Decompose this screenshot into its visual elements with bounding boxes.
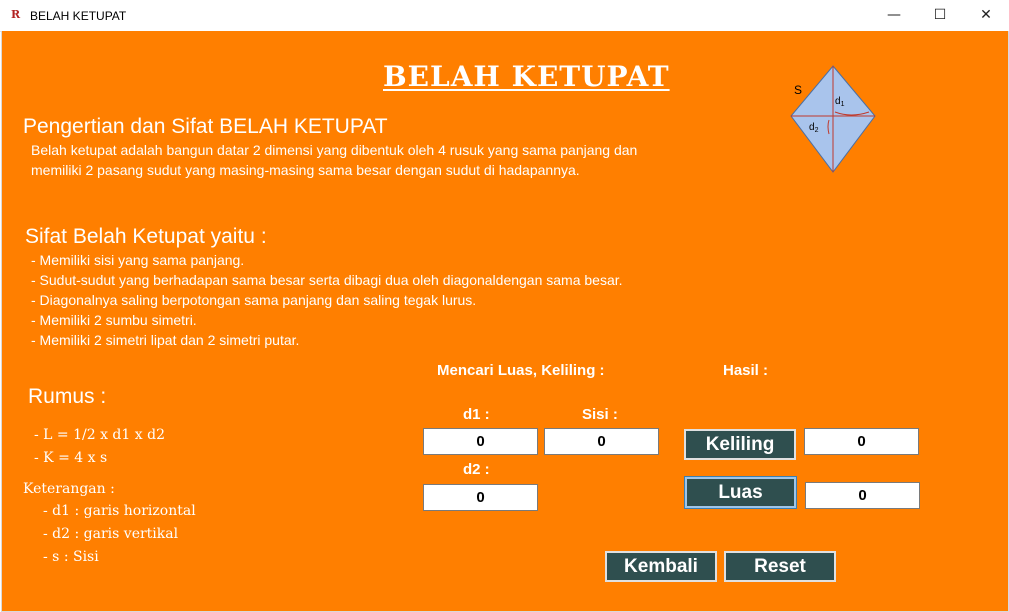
sisi-input[interactable]: 0 xyxy=(544,428,659,455)
formula-luas: - L = 1/2 x d1 x d2 xyxy=(34,427,165,443)
window-title: BELAH KETUPAT xyxy=(30,9,127,23)
page-title: BELAH KETUPAT xyxy=(383,60,670,93)
d1-input[interactable]: 0 xyxy=(423,428,538,455)
property-item: - Memiliki 2 sumbu simetri. xyxy=(31,312,197,328)
definition-heading: Pengertian dan Sifat BELAH KETUPAT xyxy=(23,115,388,138)
d2-input[interactable]: 0 xyxy=(423,484,538,511)
keterangan-item: - s : Sisi xyxy=(43,549,99,565)
keliling-button[interactable]: Keliling xyxy=(684,429,796,460)
minimize-icon[interactable]: — xyxy=(871,0,917,31)
form-body: BELAH KETUPAT Pengertian dan Sifat BELAH… xyxy=(1,31,1009,612)
formula-keliling: - K = 4 x s xyxy=(34,450,108,466)
d1-label: d1 : xyxy=(463,406,490,423)
kembali-button[interactable]: Kembali xyxy=(605,551,717,582)
sisi-label: Sisi : xyxy=(582,406,618,423)
title-bar: R BELAH KETUPAT — ☐ ✕ xyxy=(0,0,1009,32)
formula-heading: Rumus : xyxy=(28,385,107,408)
luas-result: 0 xyxy=(805,482,920,509)
close-icon[interactable]: ✕ xyxy=(963,0,1009,31)
property-item: - Sudut-sudut yang berhadapan sama besar… xyxy=(31,272,623,288)
d2-label: d2 : xyxy=(463,461,490,478)
result-heading: Hasil : xyxy=(723,362,769,379)
maximize-icon[interactable]: ☐ xyxy=(917,0,963,31)
keterangan-item: - d2 : garis vertikal xyxy=(43,526,179,542)
properties-heading: Sifat Belah Ketupat yaitu : xyxy=(25,225,267,248)
luas-button[interactable]: Luas xyxy=(685,477,796,508)
property-item: - Memiliki sisi yang sama panjang. xyxy=(31,252,245,268)
s-label: S xyxy=(794,83,802,97)
property-item: - Memiliki 2 simetri lipat dan 2 simetri… xyxy=(31,332,300,348)
reset-button[interactable]: Reset xyxy=(724,551,836,582)
app-icon: R xyxy=(11,8,21,21)
definition-text: Belah ketupat adalah bangun datar 2 dime… xyxy=(31,142,638,178)
keterangan-label: Keterangan : xyxy=(23,481,115,497)
property-item: - Diagonalnya saling berpotongan sama pa… xyxy=(31,292,477,308)
rhombus-diagram: S d1 d2 xyxy=(790,65,876,173)
keliling-result: 0 xyxy=(804,428,919,455)
keterangan-item: - d1 : garis horizontal xyxy=(43,503,196,519)
calculator-heading: Mencari Luas, Keliling : xyxy=(437,362,605,379)
